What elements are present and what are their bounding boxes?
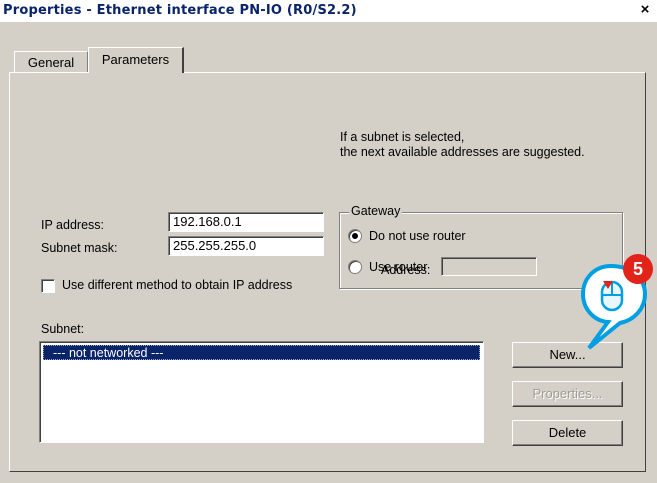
delete-subnet-button[interactable]: Delete	[512, 420, 623, 446]
close-icon[interactable]: ×	[637, 2, 653, 18]
alt-method-checkbox[interactable]	[41, 279, 55, 293]
subnet-hint-line2: the next available addresses are suggest…	[340, 145, 585, 159]
alt-method-label[interactable]: Use different method to obtain IP addres…	[62, 278, 292, 292]
subnet-mask-field[interactable]: 255.255.255.0	[168, 236, 324, 256]
mouse-click-icon	[600, 280, 624, 312]
subnet-hint-line1: If a subnet is selected,	[340, 130, 465, 144]
step-callout: 5	[580, 254, 653, 350]
subnet-list-item[interactable]: --- not networked ---	[43, 345, 480, 360]
subnet-label: Subnet:	[41, 322, 85, 336]
subnet-mask-label: Subnet mask:	[41, 241, 118, 255]
radio-selected-dot	[352, 233, 358, 239]
properties-dialog: Properties - Ethernet interface PN-IO (R…	[0, 0, 657, 483]
step-number: 5	[633, 259, 643, 279]
tab-parameters[interactable]: Parameters	[88, 47, 184, 73]
subnet-list[interactable]: --- not networked ---	[39, 341, 484, 443]
radio-no-router[interactable]	[348, 229, 362, 243]
window-title: Properties - Ethernet interface PN-IO (R…	[3, 3, 357, 18]
gateway-address-field	[441, 257, 537, 276]
gateway-address-label: Address:	[381, 263, 431, 277]
no-router-label[interactable]: Do not use router	[369, 229, 466, 243]
gateway-group-label: Gateway	[349, 204, 403, 218]
tab-general[interactable]: General	[14, 51, 88, 72]
radio-use-router[interactable]	[348, 260, 362, 274]
subnet-properties-button: Properties...	[512, 381, 623, 407]
ip-address-field[interactable]: 192.168.0.1	[168, 212, 324, 232]
title-bar: Properties - Ethernet interface PN-IO (R…	[0, 0, 657, 22]
ip-address-label: IP address:	[41, 218, 105, 232]
